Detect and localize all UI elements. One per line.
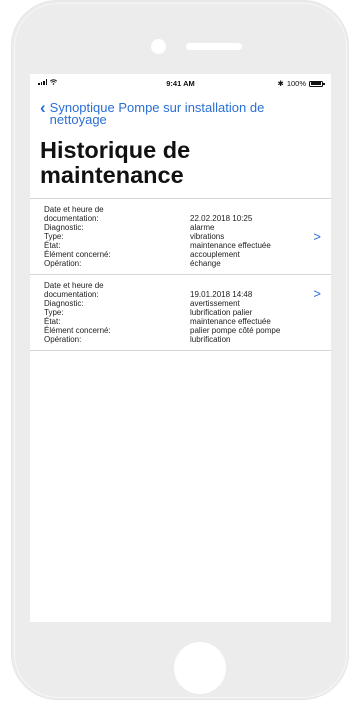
earpiece-speaker xyxy=(186,43,242,50)
bluetooth-icon: ✱ xyxy=(277,79,284,88)
field-label: Opération: xyxy=(44,335,82,344)
field-label: Type: xyxy=(44,308,64,317)
record-values: 19.01.2018 14:48 avertissement lubrifica… xyxy=(190,281,310,344)
field-value: maintenance effectuée xyxy=(190,317,271,326)
field-label: Diagnostic: xyxy=(44,223,84,232)
list-item[interactable]: Date et heure de documentation: Diagnost… xyxy=(30,199,331,275)
chevron-right-icon[interactable]: > xyxy=(313,230,321,243)
field-value: échange xyxy=(190,259,221,268)
field-value: lubrification palier xyxy=(190,308,253,317)
chevron-left-icon: ‹ xyxy=(40,98,46,117)
record-values: 22.02.2018 10:25 alarme vibrations maint… xyxy=(190,205,310,268)
record-labels: Date et heure de documentation: Diagnost… xyxy=(44,281,190,344)
field-label: Date et heure de xyxy=(44,205,104,214)
field-label: Date et heure de xyxy=(44,281,104,290)
field-label: Type: xyxy=(44,232,64,241)
field-label: Opération: xyxy=(44,259,82,268)
field-label: documentation: xyxy=(44,290,99,299)
status-bar: 9:41 AM ✱ 100% xyxy=(30,74,331,92)
battery-icon xyxy=(309,80,325,87)
field-value: 19.01.2018 14:48 xyxy=(190,290,253,299)
field-value: avertissement xyxy=(190,299,240,308)
field-value: 22.02.2018 10:25 xyxy=(190,214,253,223)
field-label: Diagnostic: xyxy=(44,299,84,308)
back-button-label: Synoptique Pompe sur installation de net… xyxy=(49,100,265,127)
status-right: ✱ 100% xyxy=(277,79,325,88)
field-label: État: xyxy=(44,317,61,326)
battery-percentage: 100% xyxy=(286,79,306,88)
chevron-right-icon[interactable]: > xyxy=(313,287,321,300)
field-value: palier pompe côté pompe xyxy=(190,326,281,335)
field-label: Élément concerné: xyxy=(44,250,111,259)
maintenance-history-list: Date et heure de documentation: Diagnost… xyxy=(30,199,331,351)
field-value xyxy=(190,281,310,290)
page-title: Historique de maintenance xyxy=(40,137,191,188)
field-value: maintenance effectuée xyxy=(190,241,271,250)
app-screen: 9:41 AM ✱ 100% ‹ Synoptique Pompe sur in… xyxy=(30,74,331,622)
field-value: accouplement xyxy=(190,250,240,259)
field-value: alarme xyxy=(190,223,215,232)
front-camera xyxy=(151,39,166,54)
field-value: lubrification xyxy=(190,335,231,344)
field-value: vibrations xyxy=(190,232,225,241)
field-label: Élément concerné: xyxy=(44,326,111,335)
home-button[interactable] xyxy=(174,642,226,694)
field-label: documentation: xyxy=(44,214,99,223)
field-label: État: xyxy=(44,241,61,250)
field-value xyxy=(190,205,310,214)
list-item[interactable]: Date et heure de documentation: Diagnost… xyxy=(30,275,331,351)
record-labels: Date et heure de documentation: Diagnost… xyxy=(44,205,190,268)
back-button[interactable]: ‹ Synoptique Pompe sur installation de n… xyxy=(30,92,331,126)
